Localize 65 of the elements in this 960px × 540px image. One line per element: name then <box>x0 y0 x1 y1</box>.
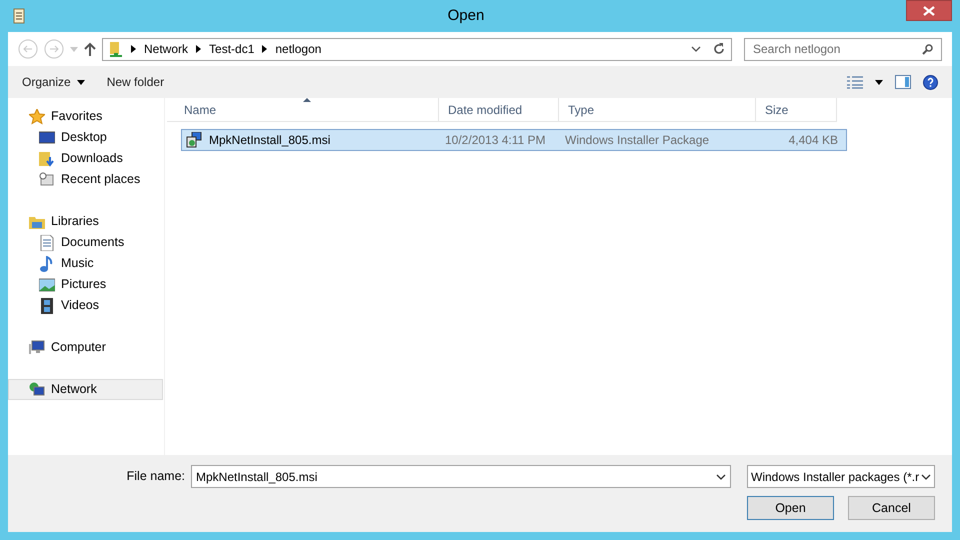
dropdown-icon[interactable] <box>716 474 726 480</box>
network-icon <box>29 382 45 398</box>
preview-pane-icon[interactable] <box>895 75 911 89</box>
file-row[interactable]: MpkNetInstall_805.msi 10/2/2013 4:11 PM Windows Installer Package 4,404 KB <box>181 129 847 151</box>
sidebar-item[interactable]: Pictures <box>8 274 163 295</box>
up-arrow-icon[interactable] <box>84 42 96 56</box>
organize-button[interactable]: Organize <box>22 73 85 91</box>
address-bar[interactable]: Network Test-dc1 netlogon <box>102 38 732 60</box>
documents-icon <box>39 234 55 250</box>
file-name-label: File name: <box>126 468 185 486</box>
file-name-value: MpkNetInstall_805.msi <box>196 468 318 486</box>
caret-icon[interactable] <box>875 80 883 84</box>
cancel-button[interactable]: Cancel <box>848 496 935 520</box>
document-icon <box>12 8 26 24</box>
chevron-icon[interactable] <box>196 45 202 53</box>
open-button[interactable]: Open <box>747 496 834 520</box>
sidebar-item[interactable]: Recent places <box>8 169 163 190</box>
column-header[interactable]: Size <box>756 98 837 121</box>
search-placeholder: Search netlogon <box>753 41 842 58</box>
computer-icon <box>29 340 45 356</box>
caret-icon <box>76 80 85 84</box>
star-icon <box>29 108 45 124</box>
installer-icon <box>186 132 202 148</box>
file-type-value: Windows Installer packages (*.r <box>751 468 920 486</box>
sidebar-item[interactable]: Network <box>8 379 163 400</box>
date-modified: 10/2/2013 4:11 PM <box>444 133 547 147</box>
desktop-icon <box>39 130 55 146</box>
music-note-icon <box>39 256 55 272</box>
new-folder-button[interactable]: New folder <box>106 73 164 91</box>
refresh-icon[interactable] <box>713 43 725 55</box>
sidebar-item[interactable]: Desktop <box>8 127 163 148</box>
sidebar-item[interactable]: Favorites <box>8 106 163 127</box>
sidebar-item[interactable]: Libraries <box>8 211 163 232</box>
file-type-dropdown[interactable]: Windows Installer packages (*.r <box>747 465 935 488</box>
file-type: Windows Installer Package <box>564 133 710 147</box>
sidebar-item[interactable]: Downloads <box>8 148 163 169</box>
close-button[interactable] <box>906 0 952 21</box>
chevron-icon[interactable] <box>262 45 268 53</box>
breadcrumb-item[interactable]: Network <box>144 40 188 58</box>
column-header[interactable]: Type <box>559 98 756 121</box>
sort-arrow-icon <box>303 98 311 102</box>
network-folder-icon <box>109 40 123 58</box>
sidebar-item[interactable]: Documents <box>8 232 163 253</box>
dropdown-icon <box>921 474 931 480</box>
downloads-icon <box>39 150 55 166</box>
breadcrumb-item[interactable]: Test-dc1 <box>209 40 254 58</box>
file-name: MpkNetInstall_805.msi <box>208 132 332 149</box>
help-icon[interactable] <box>923 74 938 90</box>
chevron-icon[interactable] <box>131 45 136 53</box>
recent-places-icon <box>39 172 55 188</box>
search-icon <box>922 44 933 54</box>
file-name-field[interactable]: MpkNetInstall_805.msi <box>191 465 731 488</box>
window-title: Open <box>448 6 484 26</box>
dropdown-icon[interactable] <box>691 46 701 52</box>
search-field[interactable]: Search netlogon <box>744 38 942 60</box>
sidebar-item[interactable]: Music <box>8 253 163 274</box>
breadcrumb-item[interactable]: netlogon <box>275 40 322 58</box>
sidebar-item[interactable]: Videos <box>8 295 163 316</box>
file-size: 4,404 KB <box>788 133 839 147</box>
sidebar-item[interactable]: Computer <box>8 337 163 358</box>
column-header[interactable]: Date modified <box>439 98 559 121</box>
view-list-icon[interactable] <box>847 76 863 88</box>
close-icon <box>922 6 935 16</box>
film-icon <box>39 298 55 314</box>
pictures-icon <box>39 276 55 292</box>
